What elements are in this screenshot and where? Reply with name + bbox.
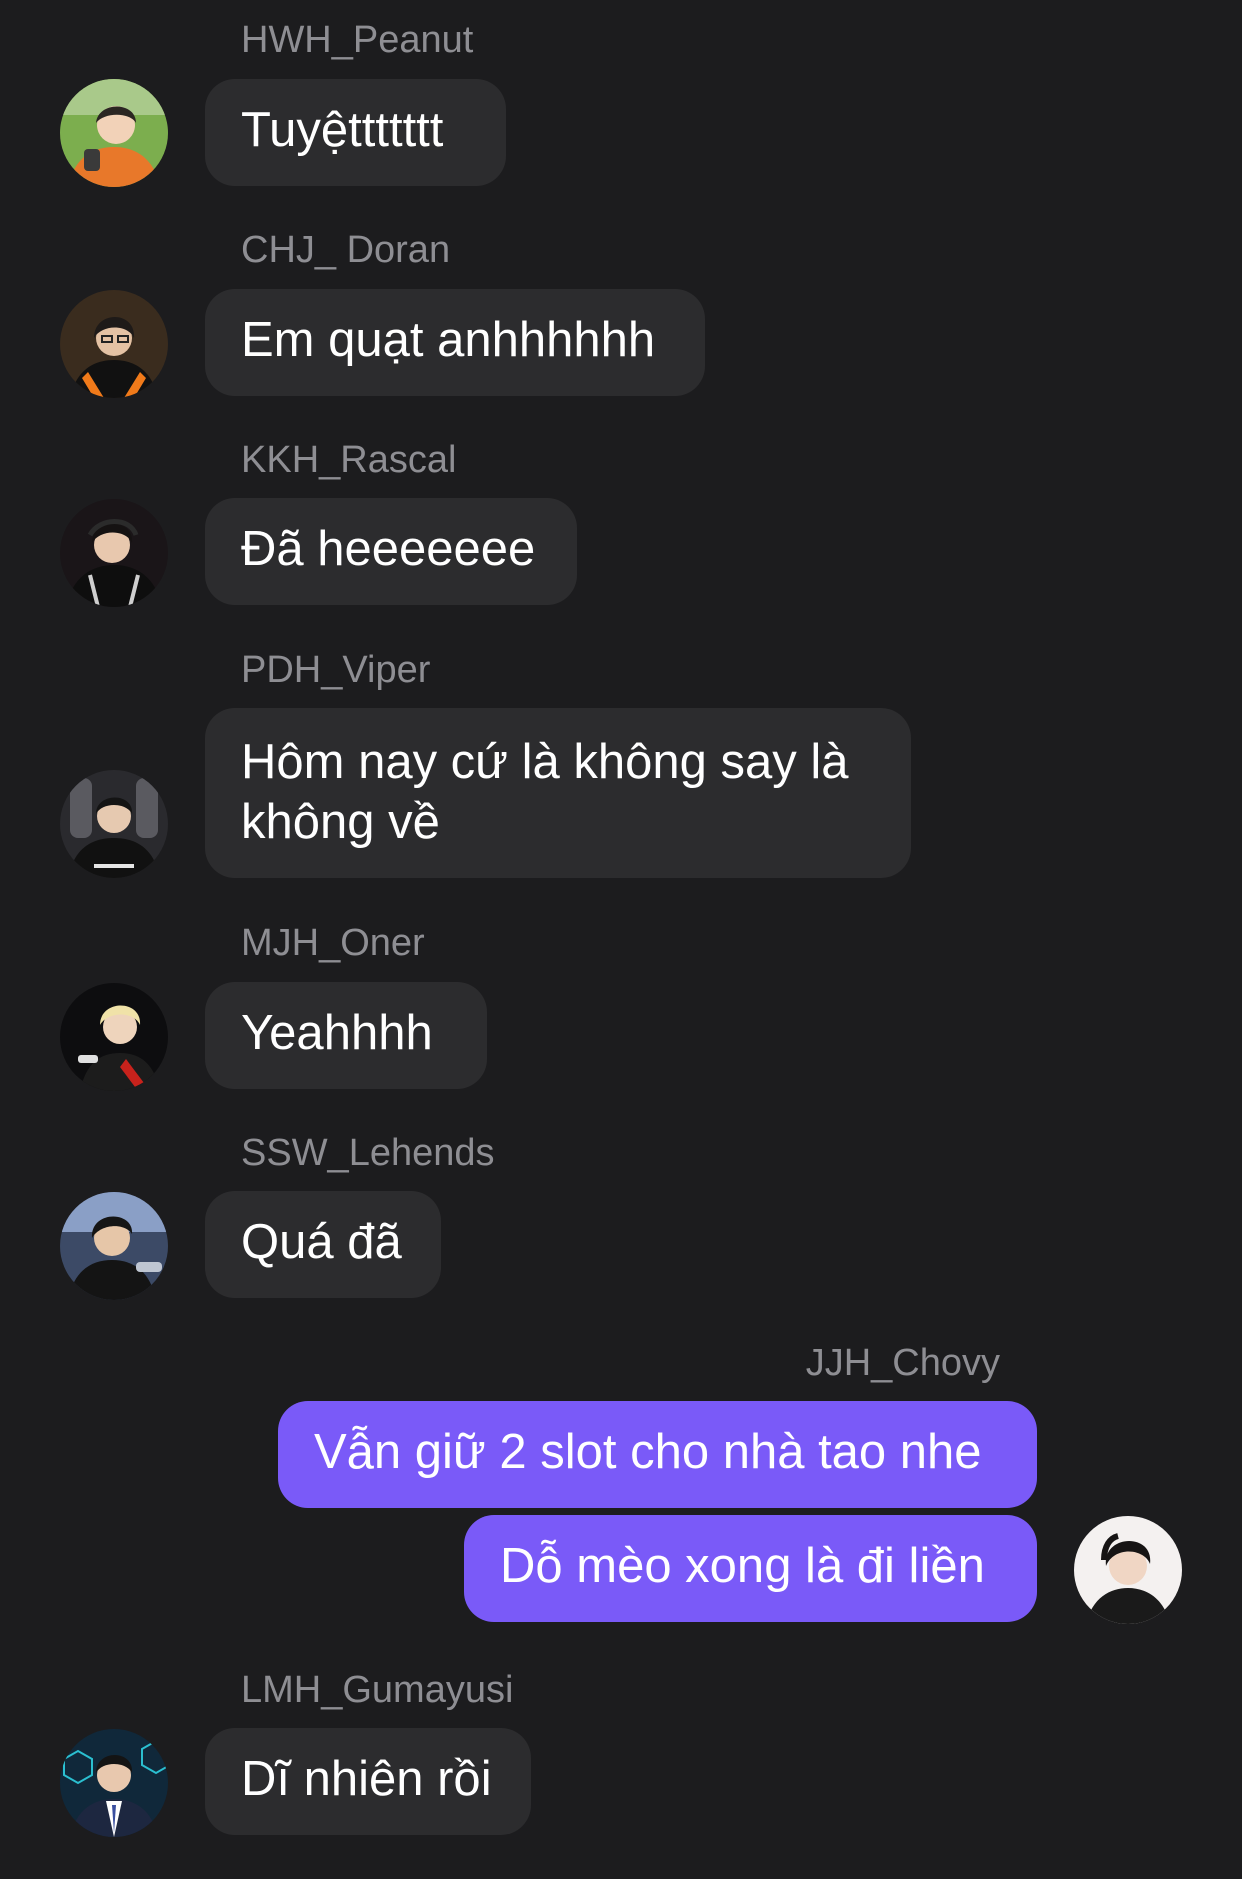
sender-name-chovy: JJH_Chovy <box>805 1342 1000 1384</box>
sender-name-rascal: KKH_Rascal <box>241 439 457 481</box>
message-text: Đã heeeeeee <box>241 522 536 576</box>
message-text: Dĩ nhiên rồi <box>241 1752 492 1806</box>
avatar-oner[interactable] <box>60 983 168 1091</box>
message-text: Dỗ mèo xong là đi liền <box>500 1539 985 1593</box>
avatar-lehends[interactable] <box>60 1192 168 1300</box>
sender-name-doran: CHJ_ Doran <box>241 229 451 271</box>
avatar-doran[interactable] <box>60 290 168 398</box>
message-bubble[interactable]: Tuyệttttttt <box>205 79 506 186</box>
outgoing-message-bubble[interactable]: Dỗ mèo xong là đi liền <box>464 1515 1037 1622</box>
sender-name-viper: PDH_Viper <box>241 649 431 691</box>
sender-name-oner: MJH_Oner <box>241 922 425 964</box>
chat-thread: HWH_Peanut Tuyệttttttt CHJ_ Doran Em quạ… <box>0 0 1242 1879</box>
sender-name-gumayusi: LMH_Gumayusi <box>241 1669 514 1711</box>
message-text: Quá đã <box>241 1215 402 1269</box>
avatar-chovy[interactable] <box>1074 1516 1182 1624</box>
message-bubble[interactable]: Hôm nay cứ là không say là không về <box>205 708 911 878</box>
avatar-viper[interactable] <box>60 770 168 878</box>
sender-name-peanut: HWH_Peanut <box>241 19 474 61</box>
message-bubble[interactable]: Dĩ nhiên rồi <box>205 1728 531 1835</box>
message-text: Vẫn giữ 2 slot cho nhà tao nhe <box>314 1425 982 1479</box>
message-bubble[interactable]: Em quạt anhhhhhh <box>205 289 705 396</box>
sender-name-lehends: SSW_Lehends <box>241 1132 495 1174</box>
avatar-rascal[interactable] <box>60 499 168 607</box>
avatar-peanut[interactable] <box>60 79 168 187</box>
message-bubble[interactable]: Quá đã <box>205 1191 441 1298</box>
message-bubble[interactable]: Yeahhhh <box>205 982 487 1089</box>
message-text: Hôm nay cứ là không say là không về <box>241 735 849 849</box>
outgoing-message-bubble[interactable]: Vẫn giữ 2 slot cho nhà tao nhe <box>278 1401 1037 1508</box>
message-text: Em quạt anhhhhhh <box>241 313 656 367</box>
avatar-gumayusi[interactable] <box>60 1729 168 1837</box>
message-bubble[interactable]: Đã heeeeeee <box>205 498 577 605</box>
message-text: Yeahhhh <box>241 1006 433 1060</box>
message-text: Tuyệttttttt <box>241 103 444 157</box>
